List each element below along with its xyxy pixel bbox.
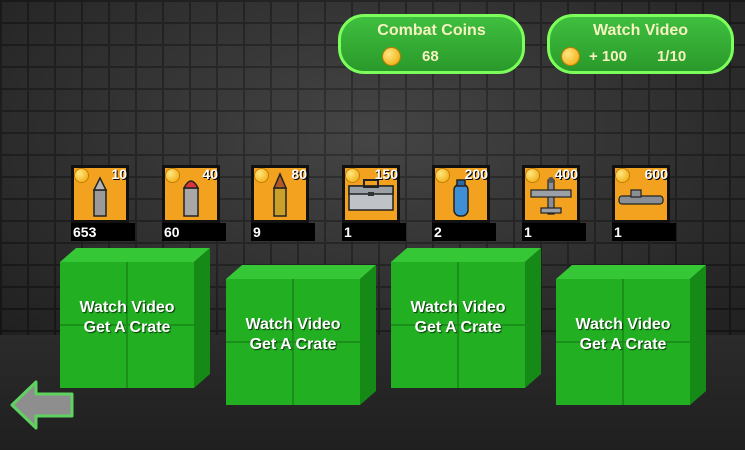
item-price: 400	[554, 166, 578, 182]
gold-coin-icon	[562, 48, 579, 65]
crate-line2: Get A Crate	[249, 336, 337, 353]
combat-coins-amount: 68	[422, 48, 439, 65]
watch-video-crate-2[interactable]: Watch Video Get A Crate	[226, 265, 376, 407]
gold-coin-icon	[166, 169, 179, 182]
item-count: 653	[71, 223, 135, 241]
combat-coins-panel: Combat Coins 68	[338, 14, 525, 74]
shop-item-canister[interactable]: 200 2	[432, 165, 496, 241]
item-count: 1	[342, 223, 406, 241]
gold-coin-icon	[436, 169, 449, 182]
crate-line1: Watch Video	[79, 299, 175, 316]
shop-item-airplane[interactable]: 400 1	[522, 165, 586, 241]
shop-item-toolbox[interactable]: 150 1	[342, 165, 406, 241]
watch-video-progress: 1/10	[656, 48, 687, 65]
gold-coin-icon	[346, 169, 359, 182]
crate-line1: Watch Video	[575, 316, 671, 333]
shop-item-submarine[interactable]: 600 1	[612, 165, 676, 241]
crate-line2: Get A Crate	[414, 319, 502, 336]
shop-item-bullet-gold[interactable]: 80 9	[251, 165, 315, 241]
shop-item-bullet-red[interactable]: 40 60	[162, 165, 226, 241]
watch-video-crate-3[interactable]: Watch Video Get A Crate	[391, 248, 541, 390]
item-count: 1	[522, 223, 586, 241]
back-button[interactable]	[10, 380, 75, 430]
watch-video-crate-4[interactable]: Watch Video Get A Crate	[556, 265, 706, 407]
gold-coin-icon	[255, 169, 268, 182]
back-arrow-icon	[10, 380, 74, 430]
crate-line2: Get A Crate	[579, 336, 667, 353]
gold-coin-icon	[616, 169, 629, 182]
watch-video-crate-1[interactable]: Watch Video Get A Crate	[60, 248, 210, 390]
watch-video-panel[interactable]: Watch Video + 100 1/10	[547, 14, 734, 74]
crate-line2: Get A Crate	[83, 319, 171, 336]
item-price: 150	[374, 166, 398, 182]
combat-coins-title: Combat Coins	[377, 22, 486, 39]
crate-line1: Watch Video	[245, 316, 341, 333]
gold-coin-icon	[383, 48, 400, 65]
watch-video-reward: + 100	[589, 48, 627, 65]
item-count: 1	[612, 223, 676, 241]
watch-video-title: Watch Video	[592, 22, 689, 39]
item-price: 600	[644, 166, 668, 182]
item-price: 40	[202, 166, 218, 182]
item-price: 10	[111, 166, 127, 182]
item-price: 200	[464, 166, 488, 182]
item-price: 80	[291, 166, 307, 182]
shop-item-bullet-small[interactable]: 10 653	[71, 165, 135, 241]
item-count: 9	[251, 223, 315, 241]
item-count: 2	[432, 223, 496, 241]
gold-coin-icon	[75, 169, 88, 182]
crate-line1: Watch Video	[410, 299, 506, 316]
gold-coin-icon	[526, 169, 539, 182]
item-count: 60	[162, 223, 226, 241]
